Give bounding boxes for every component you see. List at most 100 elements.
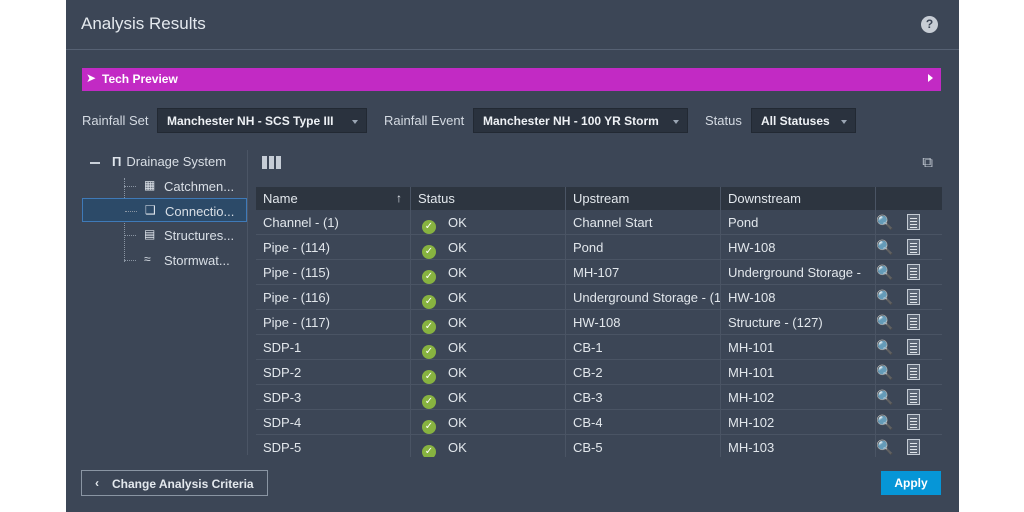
inspect-icon[interactable]: 🔍 — [876, 314, 893, 330]
cell-upstream: Pond — [566, 235, 721, 260]
cell-name: Channel - (1) — [256, 210, 411, 235]
report-icon[interactable] — [907, 439, 920, 455]
columns-icon[interactable] — [262, 156, 282, 169]
column-header-upstream[interactable]: Upstream — [566, 187, 721, 210]
table-header: Name ↑ Status Upstream Downstream — [256, 187, 942, 210]
cell-downstream: MH-101 — [721, 335, 876, 360]
status-select[interactable]: All Statuses — [751, 108, 856, 133]
column-header-downstream[interactable]: Downstream — [721, 187, 876, 210]
check-icon: ✓ — [422, 420, 436, 434]
table-row[interactable]: Pipe - (115) ✓ OK MH-107 Underground Stor… — [256, 260, 942, 285]
drainage-system-icon: Π — [112, 154, 122, 169]
results-table: Name ↑ Status Upstream Downstream Channe… — [256, 187, 942, 457]
help-icon[interactable]: ? — [921, 16, 938, 33]
tech-preview-label: Tech Preview — [102, 72, 178, 86]
inspect-icon[interactable]: 🔍 — [876, 389, 893, 405]
cell-name: Pipe - (115) — [256, 260, 411, 285]
tech-preview-banner[interactable]: ➤ Tech Preview — [82, 68, 941, 91]
report-icon[interactable] — [907, 214, 920, 230]
apply-button[interactable]: Apply — [881, 471, 941, 495]
tree-root[interactable]: Π Drainage System — [90, 154, 226, 169]
drainage-tree: Π Drainage System ▦ Catchmen... ❑ Connect… — [82, 150, 247, 455]
collapse-icon[interactable] — [90, 161, 100, 164]
tree-item-catchments[interactable]: ▦ Catchmen... — [82, 174, 247, 198]
table-toolbar: ⧉ — [262, 154, 941, 174]
cell-status: ✓ OK — [411, 410, 566, 435]
cell-status: ✓ OK — [411, 385, 566, 410]
cell-upstream: CB-5 — [566, 435, 721, 457]
check-icon: ✓ — [422, 270, 436, 284]
report-icon[interactable] — [907, 414, 920, 430]
cell-status: ✓ OK — [411, 285, 566, 310]
check-icon: ✓ — [422, 345, 436, 359]
inspect-icon[interactable]: 🔍 — [876, 239, 893, 255]
table-row[interactable]: SDP-1 ✓ OK CB-1 MH-101 🔍 — [256, 335, 942, 360]
cell-status: ✓ OK — [411, 210, 566, 235]
report-icon[interactable] — [907, 389, 920, 405]
check-icon: ✓ — [422, 395, 436, 409]
export-icon[interactable]: ⧉ — [922, 154, 933, 171]
cell-downstream: MH-101 — [721, 360, 876, 385]
table-row[interactable]: Pipe - (114) ✓ OK Pond HW-108 🔍 — [256, 235, 942, 260]
cell-upstream: CB-2 — [566, 360, 721, 385]
inspect-icon[interactable]: 🔍 — [876, 289, 893, 305]
tree-connector — [124, 235, 136, 236]
panel-title: Analysis Results — [81, 14, 206, 33]
sort-ascending-icon: ↑ — [396, 191, 402, 205]
tree-item-connections[interactable]: ❑ Connectio... — [82, 198, 247, 222]
cell-name: Pipe - (114) — [256, 235, 411, 260]
cell-upstream: HW-108 — [566, 310, 721, 335]
status-value: All Statuses — [761, 114, 830, 128]
check-icon: ✓ — [422, 245, 436, 259]
expand-arrow-icon[interactable] — [928, 74, 933, 82]
inspect-icon[interactable]: 🔍 — [876, 364, 893, 380]
column-header-status[interactable]: Status — [411, 187, 566, 210]
cell-upstream: CB-3 — [566, 385, 721, 410]
table-row[interactable]: SDP-3 ✓ OK CB-3 MH-102 🔍 — [256, 385, 942, 410]
chevron-down-icon — [841, 120, 847, 124]
table-row[interactable]: Pipe - (116) ✓ OK Underground Storage - (… — [256, 285, 942, 310]
check-icon: ✓ — [422, 370, 436, 384]
inspect-icon[interactable]: 🔍 — [876, 439, 893, 455]
cell-status: ✓ OK — [411, 235, 566, 260]
cell-upstream: CB-1 — [566, 335, 721, 360]
table-row[interactable]: Pipe - (117) ✓ OK HW-108 Structure - (127… — [256, 310, 942, 335]
cell-name: SDP-5 — [256, 435, 411, 457]
check-icon: ✓ — [422, 445, 436, 457]
tree-item-label: Structures... — [164, 228, 235, 243]
cell-downstream: Underground Storage - — [721, 260, 876, 285]
inspect-icon[interactable]: 🔍 — [876, 214, 893, 230]
column-header-name[interactable]: Name ↑ — [256, 187, 411, 210]
cell-upstream: Underground Storage - (1) — [566, 285, 721, 310]
tree-item-stormwater[interactable]: ≈ Stormwat... — [82, 248, 247, 272]
tree-item-structures[interactable]: ▤ Structures... — [82, 223, 247, 247]
cell-name: SDP-1 — [256, 335, 411, 360]
report-icon[interactable] — [907, 339, 920, 355]
table-row[interactable]: SDP-2 ✓ OK CB-2 MH-101 🔍 — [256, 360, 942, 385]
table-row[interactable]: Channel - (1) ✓ OK Channel Start Pond 🔍 — [256, 210, 942, 235]
rainfall-event-select[interactable]: Manchester NH - 100 YR Storm — [473, 108, 688, 133]
tree-connector — [125, 211, 137, 212]
cell-downstream: Structure - (127) — [721, 310, 876, 335]
inspect-icon[interactable]: 🔍 — [876, 339, 893, 355]
cell-name: SDP-2 — [256, 360, 411, 385]
catchment-icon: ▦ — [144, 178, 156, 192]
table-row[interactable]: SDP-4 ✓ OK CB-4 MH-102 🔍 — [256, 410, 942, 435]
report-icon[interactable] — [907, 289, 920, 305]
inspect-icon[interactable]: 🔍 — [876, 264, 893, 280]
inspect-icon[interactable]: 🔍 — [876, 414, 893, 430]
cell-name: Pipe - (117) — [256, 310, 411, 335]
rainfall-set-select[interactable]: Manchester NH - SCS Type III — [157, 108, 367, 133]
tree-item-label: Stormwat... — [164, 253, 230, 268]
rocket-icon: ➤ — [86, 71, 97, 85]
table-row[interactable]: SDP-5 ✓ OK CB-5 MH-103 🔍 — [256, 435, 942, 457]
report-icon[interactable] — [907, 314, 920, 330]
check-icon: ✓ — [422, 295, 436, 309]
rainfall-event-value: Manchester NH - 100 YR Storm — [483, 114, 659, 128]
change-analysis-criteria-button[interactable]: ‹ Change Analysis Criteria — [81, 470, 268, 496]
report-icon[interactable] — [907, 239, 920, 255]
report-icon[interactable] — [907, 364, 920, 380]
cell-downstream: HW-108 — [721, 285, 876, 310]
splitter[interactable] — [247, 150, 248, 455]
report-icon[interactable] — [907, 264, 920, 280]
